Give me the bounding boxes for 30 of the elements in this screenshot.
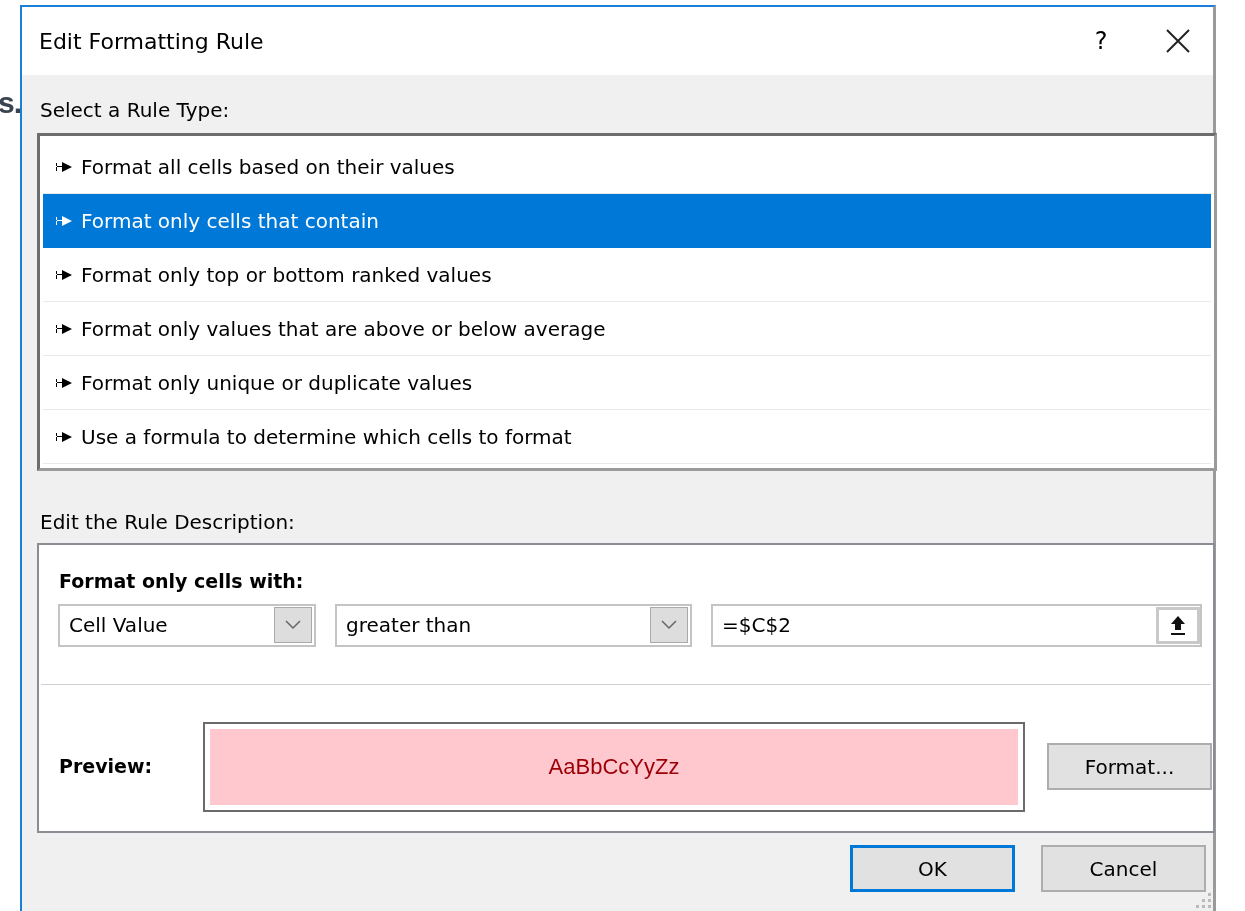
- arrow-bullet-icon: [55, 268, 73, 281]
- collapse-dialog-button[interactable]: [1156, 606, 1200, 644]
- cancel-button[interactable]: Cancel: [1041, 845, 1206, 892]
- arrow-bullet-icon: [55, 214, 73, 227]
- close-icon[interactable]: [1165, 28, 1191, 54]
- arrow-bullet-icon: [55, 160, 73, 173]
- window-title: Edit Formatting Rule: [39, 27, 265, 56]
- operator-dropdown[interactable]: greater than: [335, 603, 692, 647]
- section-label: Edit the Rule Description:: [40, 509, 296, 536]
- rule-type-item[interactable]: Format only unique or duplicate values: [43, 356, 1211, 410]
- chevron-down-icon: [661, 620, 677, 630]
- rule-type-item[interactable]: Use a formula to determine which cells to format: [43, 410, 1211, 464]
- preview-sample: AaBbCcYyZz: [210, 728, 1018, 805]
- arrow-bullet-icon: [55, 376, 73, 389]
- operand-dropdown[interactable]: Cell Value: [58, 603, 316, 647]
- chevron-down-icon: [285, 620, 301, 630]
- arrow-up-icon: [1170, 615, 1186, 635]
- section-label: Select a Rule Type:: [40, 97, 231, 124]
- arrow-bullet-icon: [55, 322, 73, 335]
- arrow-bullet-icon: [55, 430, 73, 443]
- format-button[interactable]: Format...: [1047, 743, 1212, 790]
- preview-label: Preview:: [59, 754, 154, 780]
- value-field[interactable]: =$C$2: [711, 603, 1202, 647]
- rule-type-item[interactable]: Format only cells that contain: [43, 194, 1211, 248]
- rule-type-item[interactable]: Format only values that are above or below average: [43, 302, 1211, 356]
- condition-heading: Format only cells with:: [59, 569, 305, 594]
- ok-button[interactable]: OK: [850, 845, 1015, 892]
- resize-grip-icon: [1196, 893, 1212, 909]
- help-button[interactable]: ?: [1087, 23, 1115, 59]
- rule-type-item[interactable]: Format only top or bottom ranked values: [43, 248, 1211, 302]
